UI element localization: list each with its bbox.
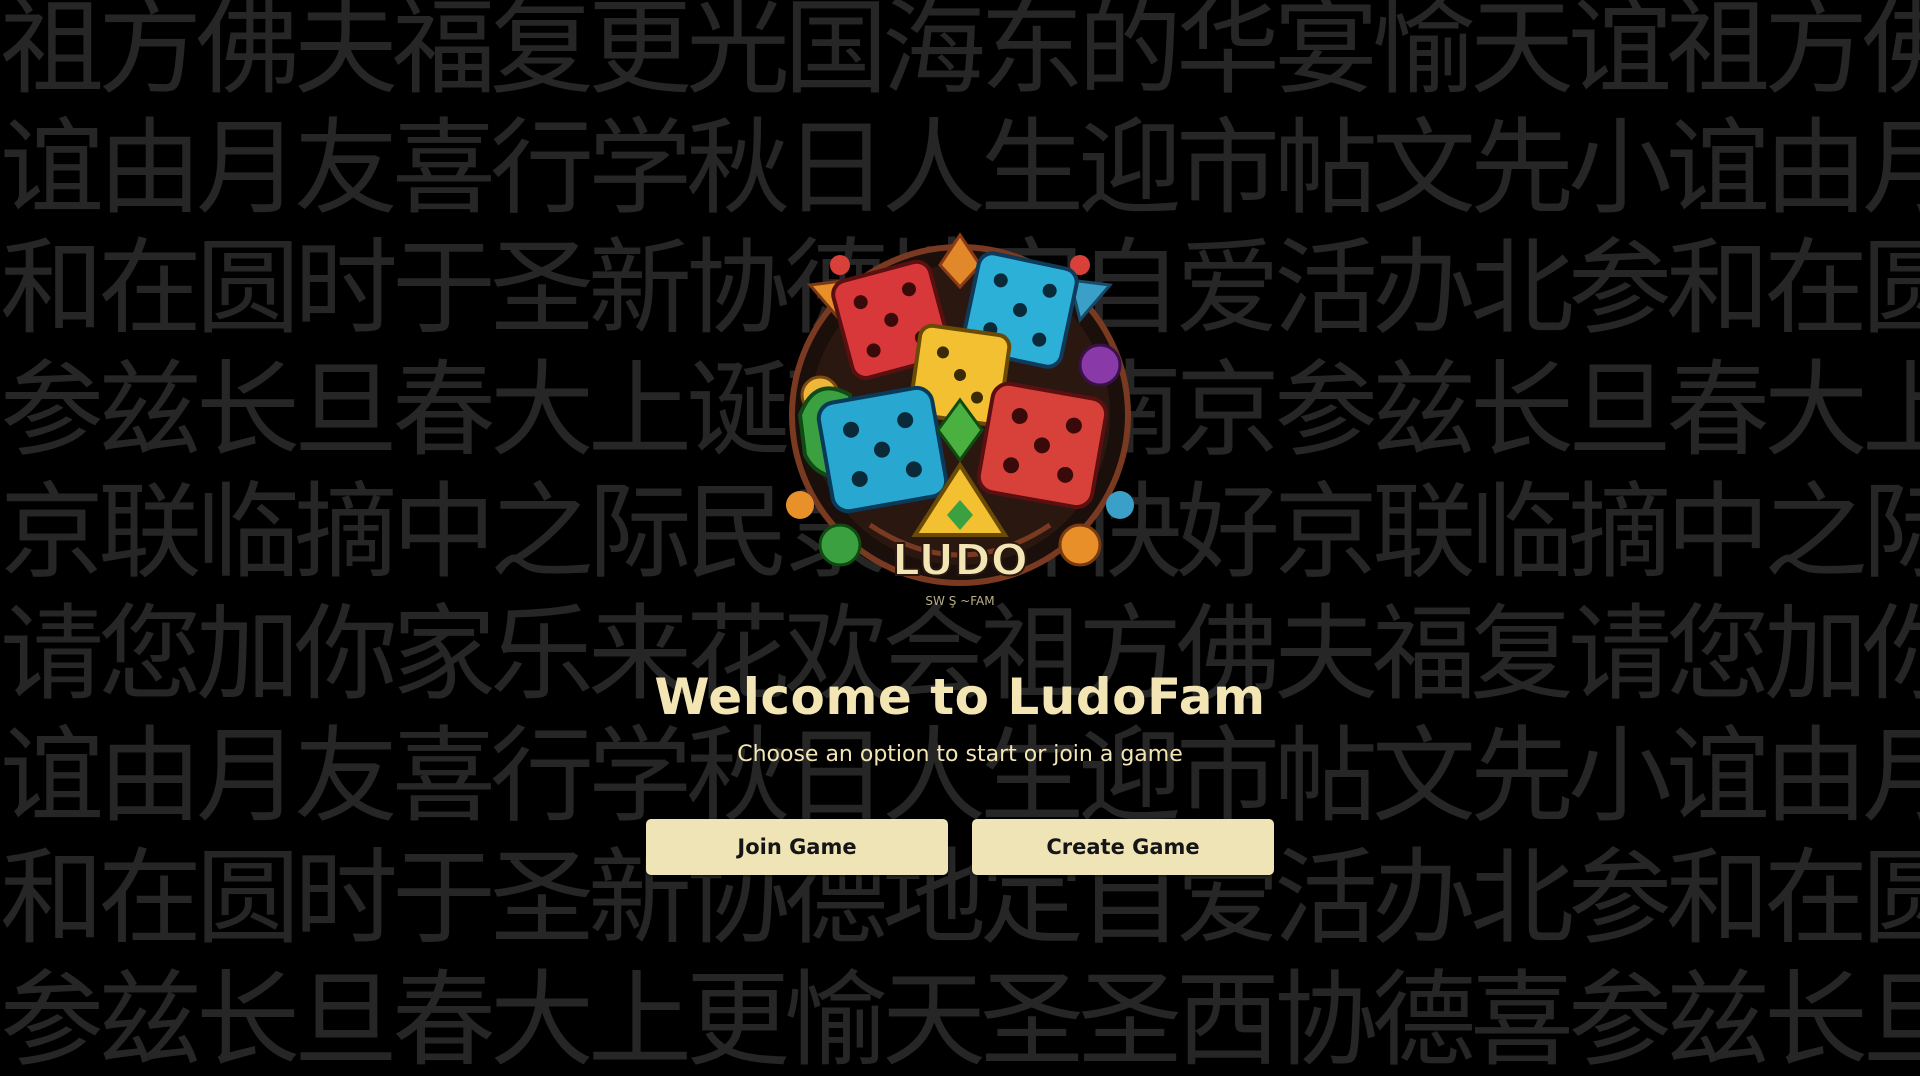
create-game-button[interactable]: Create Game	[972, 819, 1274, 875]
logo-title: LUDO	[892, 535, 1028, 586]
ludo-logo: LUDO SW Ş ~FAM	[770, 225, 1150, 625]
welcome-screen: LUDO SW Ş ~FAM Welcome to LudoFam Choose…	[0, 0, 1920, 1076]
page-title: Welcome to LudoFam	[654, 668, 1266, 726]
logo-tagline: SW Ş ~FAM	[925, 594, 994, 608]
ludo-dice-logo-icon: LUDO SW Ş ~FAM	[786, 232, 1134, 608]
page-subtitle: Choose an option to start or join a game	[737, 742, 1183, 767]
join-game-button[interactable]: Join Game	[646, 819, 948, 875]
